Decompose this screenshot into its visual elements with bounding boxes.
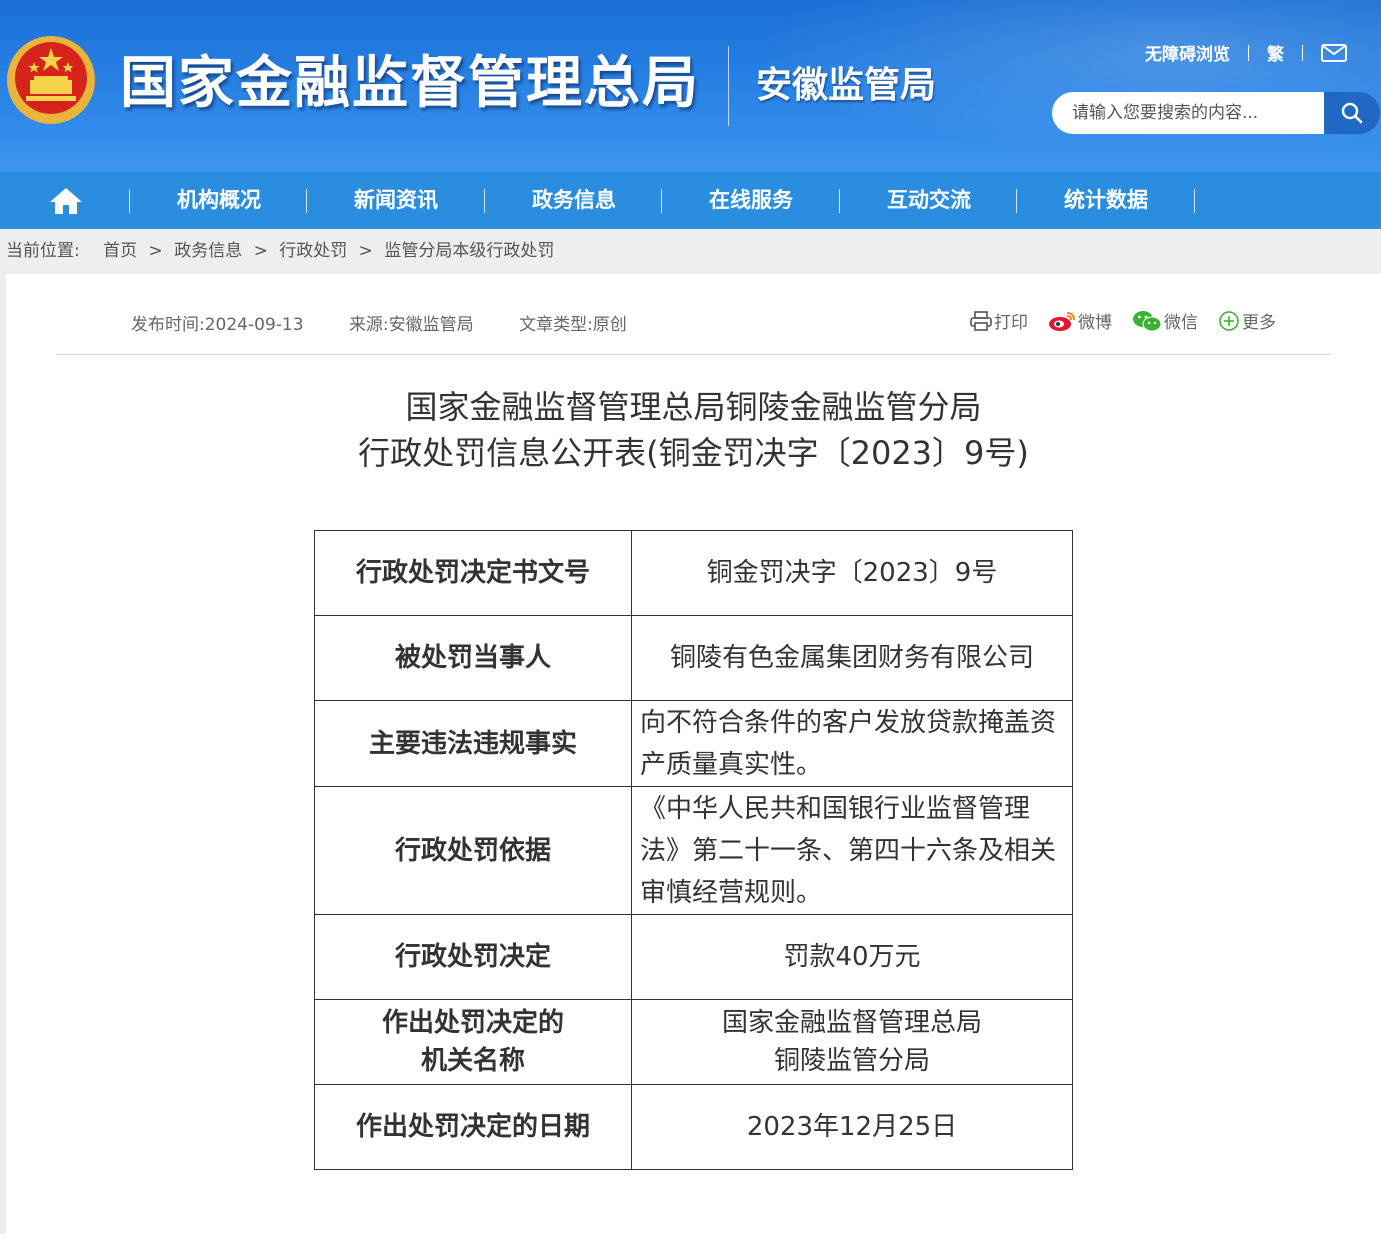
nav-item-institution[interactable]: 机构概况: [130, 172, 308, 229]
table-key-cell: 被处罚当事人: [314, 615, 632, 701]
table-row: 行政处罚决定书文号 铜金罚决字〔2023〕9号: [314, 530, 1073, 616]
table-key-cell: 作出处罚决定的日期: [314, 1084, 632, 1170]
home-icon[interactable]: [48, 186, 84, 216]
traditional-chinese-link[interactable]: 繁: [1267, 40, 1284, 65]
search-input[interactable]: [1052, 92, 1324, 134]
article-title-line: 国家金融监督管理总局铜陵金融监管分局: [405, 388, 982, 426]
table-value-line: 铜陵监管分局: [773, 1046, 930, 1076]
search-box: [1052, 92, 1380, 134]
nav-item-news[interactable]: 新闻资讯: [307, 172, 485, 229]
more-label: 更多: [1242, 313, 1276, 333]
breadcrumb-home[interactable]: 首页: [103, 241, 137, 261]
article-content: 发布时间:2024-09-13 来源:安徽监管局 文章类型:原创 打印 微博 微…: [6, 274, 1381, 1234]
more-share-button[interactable]: 更多: [1218, 308, 1276, 333]
nav-item-interaction[interactable]: 互动交流: [840, 172, 1018, 229]
wechat-label: 微信: [1164, 313, 1198, 333]
main-nav: 机构概况 新闻资讯 政务信息 在线服务 互动交流 统计数据: [0, 172, 1381, 229]
table-key-cell: 行政处罚依据: [314, 786, 632, 915]
table-value-cell: 国家金融监督管理总局 铜陵监管分局: [631, 999, 1073, 1085]
penalty-info-table: 行政处罚决定书文号 铜金罚决字〔2023〕9号 被处罚当事人 铜陵有色金属集团财…: [314, 530, 1073, 1170]
table-row: 作出处罚决定的日期 2023年12月25日: [314, 1084, 1073, 1170]
breadcrumb-separator: >: [253, 241, 268, 261]
top-links: 无障碍浏览 繁: [1145, 40, 1347, 65]
nav-item-online-service[interactable]: 在线服务: [662, 172, 840, 229]
toplink-separator: [1302, 44, 1303, 61]
share-bar: 打印 微博 微信 更多: [970, 308, 1296, 333]
search-button[interactable]: [1324, 92, 1380, 134]
nav-separator: [1194, 189, 1195, 213]
table-key-line: 作出处罚决定的: [381, 1008, 564, 1038]
mail-icon[interactable]: [1321, 43, 1347, 62]
table-key-cell: 主要违法违规事实: [314, 700, 632, 787]
table-value-cell: 铜金罚决字〔2023〕9号: [631, 530, 1073, 616]
bureau-name: 安徽监管局: [756, 65, 937, 106]
print-button[interactable]: 打印: [970, 308, 1028, 333]
article-meta: 发布时间:2024-09-13 来源:安徽监管局 文章类型:原创: [131, 310, 667, 335]
national-emblem-icon: [7, 36, 95, 124]
breadcrumb-separator: >: [148, 241, 163, 261]
publish-time: 发布时间:2024-09-13: [131, 315, 304, 335]
table-key-cell: 行政处罚决定书文号: [314, 530, 632, 616]
breadcrumb-label: 当前位置:: [6, 241, 80, 261]
article-title: 国家金融监督管理总局铜陵金融监管分局 行政处罚信息公开表(铜金罚决字〔2023〕…: [6, 384, 1381, 476]
weibo-share-button[interactable]: 微博: [1048, 308, 1112, 333]
table-value-cell: 《中华人民共和国银行业监督管理法》第二十一条、第四十六条及相关审慎经营规则。: [631, 786, 1073, 915]
table-value-cell: 2023年12月25日: [631, 1084, 1073, 1170]
table-row: 主要违法违规事实 向不符合条件的客户发放贷款掩盖资产质量真实性。: [314, 700, 1073, 787]
table-key-cell: 行政处罚决定: [314, 914, 632, 1000]
site-title: 国家金融监督管理总局: [120, 50, 700, 116]
header-divider: [728, 46, 729, 126]
nav-item-statistics[interactable]: 统计数据: [1017, 172, 1195, 229]
site-header: 国家金融监督管理总局 安徽监管局 无障碍浏览 繁: [0, 0, 1381, 172]
breadcrumb: 当前位置: 首页 > 政务信息 > 行政处罚 > 监管分局本级行政处罚: [0, 229, 1381, 274]
article-title-line: 行政处罚信息公开表(铜金罚决字〔2023〕9号): [358, 434, 1029, 472]
table-key-line: 机关名称: [420, 1046, 525, 1076]
table-key-cell: 作出处罚决定的 机关名称: [314, 999, 632, 1085]
print-label: 打印: [994, 313, 1028, 333]
nav-item-government-info[interactable]: 政务信息: [485, 172, 663, 229]
breadcrumb-separator: >: [358, 241, 373, 261]
table-value-line: 国家金融监督管理总局: [721, 1008, 982, 1038]
meta-divider: [56, 354, 1331, 355]
table-value-cell: 罚款40万元: [631, 914, 1073, 1000]
weibo-label: 微博: [1078, 313, 1112, 333]
breadcrumb-penalty[interactable]: 行政处罚: [279, 241, 347, 261]
wechat-icon: [1133, 310, 1162, 331]
search-icon: [1341, 102, 1363, 124]
table-row: 作出处罚决定的 机关名称 国家金融监督管理总局 铜陵监管分局: [314, 999, 1073, 1085]
table-row: 被处罚当事人 铜陵有色金属集团财务有限公司: [314, 615, 1073, 701]
table-value-cell: 向不符合条件的客户发放贷款掩盖资产质量真实性。: [631, 700, 1073, 787]
weibo-icon: [1049, 311, 1075, 331]
accessibility-link[interactable]: 无障碍浏览: [1145, 40, 1230, 65]
plus-circle-icon: [1219, 310, 1239, 331]
article-type: 文章类型:原创: [519, 315, 627, 335]
table-row: 行政处罚决定 罚款40万元: [314, 914, 1073, 1000]
table-value-cell: 铜陵有色金属集团财务有限公司: [631, 615, 1073, 701]
breadcrumb-government-info[interactable]: 政务信息: [174, 241, 242, 261]
printer-icon: [970, 310, 992, 331]
wechat-share-button[interactable]: 微信: [1132, 308, 1198, 333]
toplink-separator: [1248, 44, 1249, 61]
table-row: 行政处罚依据 《中华人民共和国银行业监督管理法》第二十一条、第四十六条及相关审慎…: [314, 786, 1073, 915]
breadcrumb-current[interactable]: 监管分局本级行政处罚: [384, 241, 554, 261]
article-source: 来源:安徽监管局: [348, 315, 474, 335]
